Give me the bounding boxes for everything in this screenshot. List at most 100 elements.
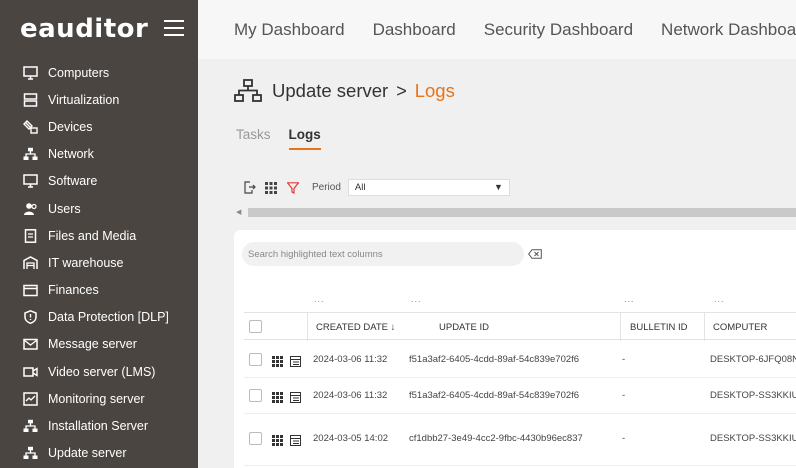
sidebar-item-video-server-lms[interactable]: Video server (LMS) [0, 358, 198, 385]
table-row[interactable]: 2024-03-06 11:32 f51a3af2-6405-4cdd-89af-… [244, 342, 796, 378]
monitor-icon [22, 174, 38, 189]
clear-search-icon[interactable] [528, 249, 542, 259]
cell-bulletin-id: - [622, 390, 626, 401]
column-menu-dots[interactable]: ... [314, 294, 325, 304]
mail-icon [22, 337, 38, 351]
sidebar: eauditor Computers Virtualization Devices N… [0, 0, 198, 468]
sidebar-item-label: Update server [48, 446, 127, 461]
sidebar-nav: Computers Virtualization Devices Network Sof… [0, 59, 198, 467]
main-content: Update server > Logs Tasks Logs Period A… [198, 59, 796, 468]
sort-desc-icon: ↓ [390, 322, 396, 333]
sidebar-item-software[interactable]: Software [0, 168, 198, 195]
sidebar-item-label: Monitoring server [48, 391, 145, 406]
sidebar-item-monitoring-server[interactable]: Monitoring server [0, 385, 198, 412]
period-label: Period [312, 182, 341, 193]
export-icon[interactable] [242, 181, 256, 195]
row-actions [272, 354, 308, 367]
file-icon [22, 228, 38, 243]
details-icon[interactable] [290, 433, 301, 446]
tab-security-dashboard[interactable]: Security Dashboard [484, 20, 633, 40]
shield-icon [22, 310, 38, 325]
breadcrumb-parent[interactable]: Update server [272, 80, 388, 102]
sidebar-item-data-protection-dlp[interactable]: Data Protection [DLP] [0, 304, 198, 331]
cell-computer: DESKTOP-SS3KKIU [710, 433, 796, 444]
cell-update-id: f51a3af2-6405-4cdd-89af-54c839e702f6 [409, 354, 580, 365]
cell-computer: DESKTOP-SS3KKIU [710, 390, 796, 401]
table-row[interactable]: 2024-03-05 14:02 cf1dbb27-3e49-4cc2-9fbc-… [244, 414, 796, 466]
sidebar-item-label: Computers [48, 65, 110, 80]
sidebar-item-label: Message server [48, 337, 137, 352]
filter-icon[interactable] [286, 181, 300, 195]
search-input[interactable]: Search highlighted text columns [242, 242, 524, 266]
menu-toggle-icon[interactable] [164, 20, 184, 36]
table-row[interactable]: 2024-03-06 11:32 f51a3af2-6405-4cdd-89af-… [244, 378, 796, 414]
cell-update-id: f51a3af2-6405-4cdd-89af-54c839e702f6 [409, 390, 580, 401]
tab-network-dashboard[interactable]: Network Dashboard [661, 20, 796, 40]
sidebar-item-label: Devices [48, 119, 93, 134]
details-icon[interactable] [290, 354, 301, 367]
video-icon [22, 365, 38, 379]
sidebar-item-label: Virtualization [48, 92, 120, 107]
select-all-checkbox[interactable] [249, 320, 262, 333]
sidebar-item-computers[interactable]: Computers [0, 59, 198, 86]
sidebar-item-devices[interactable]: Devices [0, 113, 198, 140]
grid-icon[interactable] [272, 433, 283, 446]
row-checkbox[interactable] [249, 432, 262, 445]
warehouse-icon [22, 256, 38, 270]
scroll-thumb[interactable] [248, 207, 796, 217]
sidebar-item-label: Files and Media [48, 228, 137, 243]
tab-dashboard[interactable]: Dashboard [373, 20, 456, 40]
sidebar-item-label: Network [48, 147, 94, 162]
caret-down-icon: ▼ [493, 182, 503, 192]
monitoring-icon [22, 392, 38, 406]
cell-bulletin-id: - [622, 433, 626, 444]
header-bulletin-id[interactable]: BULLETIN ID [630, 322, 688, 333]
sidebar-item-users[interactable]: Users [0, 195, 198, 222]
sidebar-item-virtualization[interactable]: Virtualization [0, 86, 198, 113]
sidebar-item-finances[interactable]: Finances [0, 277, 198, 304]
horizontal-scrollbar[interactable]: ◀ [236, 207, 796, 217]
tab-my-dashboard[interactable]: My Dashboard [234, 20, 345, 40]
sidebar-item-label: Video server (LMS) [48, 364, 156, 379]
grid-icon[interactable] [272, 354, 283, 367]
logs-panel: Search highlighted text columns ... ... … [234, 230, 796, 468]
wallet-icon [22, 283, 38, 297]
cell-computer: DESKTOP-6JFQ08N [710, 354, 796, 365]
cell-update-id: cf1dbb27-3e49-4cc2-9fbc-4430b96ec837 [409, 433, 583, 444]
header-created-date[interactable]: CREATED DATE ↓ [316, 322, 395, 333]
header-update-id[interactable]: UPDATE ID [439, 322, 489, 333]
sidebar-item-label: Software [48, 174, 98, 189]
sidebar-item-update-server[interactable]: Update server [0, 440, 198, 467]
row-checkbox[interactable] [249, 389, 262, 402]
subtabs: Tasks Logs [236, 127, 339, 150]
sidebar-item-message-server[interactable]: Message server [0, 331, 198, 358]
row-actions [272, 390, 308, 403]
scroll-left-icon[interactable]: ◀ [236, 208, 248, 216]
breadcrumb-current: Logs [414, 80, 455, 101]
row-checkbox[interactable] [249, 353, 262, 366]
grid-icon[interactable] [264, 181, 278, 195]
cell-created-date: 2024-03-05 14:02 [313, 433, 389, 444]
sidebar-item-files-and-media[interactable]: Files and Media [0, 222, 198, 249]
app-logo[interactable]: eauditor [20, 14, 148, 44]
details-icon[interactable] [290, 390, 301, 403]
column-menu-dots[interactable]: ... [714, 294, 725, 304]
subtab-logs[interactable]: Logs [288, 127, 321, 150]
breadcrumb: Update server > Logs [234, 79, 455, 103]
breadcrumb-separator: > [396, 80, 407, 101]
sidebar-item-installation-server[interactable]: Installation Server [0, 412, 198, 439]
sidebar-item-it-warehouse[interactable]: IT warehouse [0, 249, 198, 276]
grid-icon[interactable] [272, 390, 283, 403]
devices-icon [22, 119, 38, 134]
column-menu-dots[interactable]: ... [624, 294, 635, 304]
monitor-icon [22, 65, 38, 80]
column-menu-dots[interactable]: ... [411, 294, 422, 304]
network-icon [22, 147, 38, 161]
cell-bulletin-id: - [622, 354, 626, 365]
row-actions [272, 433, 308, 446]
subtab-tasks[interactable]: Tasks [236, 127, 271, 150]
table-header: CREATED DATE ↓ UPDATE ID BULLETIN ID COM… [244, 312, 796, 341]
sidebar-item-network[interactable]: Network [0, 141, 198, 168]
period-select[interactable]: All ▼ [347, 179, 510, 196]
header-computer[interactable]: COMPUTER [713, 322, 767, 333]
